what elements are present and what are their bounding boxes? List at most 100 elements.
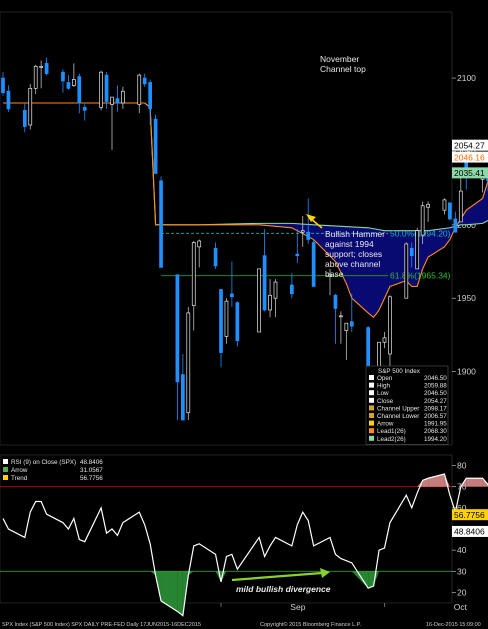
candle-body — [28, 87, 33, 126]
legend-value: 2046.50 — [424, 375, 447, 382]
rsi-tag-label: 48.8406 — [454, 527, 485, 537]
candle — [448, 202, 452, 221]
price-tick-label: 2100 — [457, 73, 476, 83]
candle-body — [159, 180, 163, 268]
candle — [153, 114, 158, 174]
candle-body — [311, 242, 316, 287]
rsi-legend-label: Arrow — [11, 467, 28, 474]
candle-body — [262, 255, 267, 311]
legend-value: 1991.95 — [424, 421, 447, 428]
candle-body — [290, 284, 294, 295]
candle-body — [191, 242, 196, 306]
legend-label: Arrow — [377, 421, 394, 428]
candle-body — [153, 118, 158, 174]
price-legend-title: S&P 500 Index — [378, 368, 421, 375]
candle-body — [235, 302, 240, 342]
rsi-overbought-fill — [466, 478, 483, 487]
footer-center: Copyright© 2015 Bloomberg Finance L.P. — [260, 621, 362, 628]
candle-body — [175, 274, 180, 383]
annotation-hammer: above channel — [325, 259, 380, 269]
rsi-legend-label: RSI (9) on Close (SPX) — [11, 459, 76, 466]
candle — [186, 307, 191, 421]
price-tag-label: 2054.27 — [454, 140, 485, 150]
chart-canvas: 1900195020002050210050.0%(1994.20)61.8%(… — [0, 0, 488, 629]
legend-label: Channel Lower — [377, 413, 419, 420]
legend-label: Close — [377, 398, 394, 405]
candle — [311, 239, 316, 287]
candle-body — [115, 98, 120, 104]
candle-body — [142, 77, 147, 85]
legend-label: High — [377, 383, 390, 390]
legend-label: Channel Upper — [377, 405, 419, 412]
candle-body — [426, 203, 430, 208]
legend-swatch — [369, 390, 374, 396]
price-tag-label: 2046.16 — [454, 152, 485, 162]
candle-body — [458, 190, 463, 223]
candle-body — [224, 300, 229, 337]
candle-body — [300, 230, 305, 233]
candle-body — [420, 205, 425, 236]
candle-body — [82, 107, 87, 111]
price-tag: 2046.16 — [452, 151, 488, 163]
rsi-oversold-fill — [368, 571, 374, 589]
annotation-channel-top: November — [320, 54, 359, 64]
annotation-hammer: Bullish Hammer — [325, 229, 385, 239]
candle-body — [77, 76, 82, 104]
candle-body — [404, 243, 409, 299]
candle-body — [388, 296, 392, 355]
rsi-tick-label: 40 — [457, 545, 467, 555]
legend-value: 2068.30 — [424, 428, 447, 435]
legend-swatch — [369, 382, 374, 388]
legend-swatch — [369, 375, 374, 380]
price-tick-label: 1950 — [457, 293, 476, 303]
legend-label: Low — [377, 390, 389, 397]
candle-body — [61, 71, 65, 82]
candle-body — [44, 63, 49, 74]
price-tag: 2054.27 — [452, 139, 488, 151]
candle-body — [415, 230, 420, 270]
candle-body — [137, 74, 142, 105]
candle-body — [339, 315, 343, 318]
legend-value: 2054.27 — [424, 398, 447, 405]
legend-swatch — [369, 397, 374, 403]
rsi-oversold-fill — [177, 571, 183, 616]
rsi-legend-value: 56.7756 — [80, 475, 103, 482]
candle-body — [268, 294, 272, 311]
candle — [415, 227, 420, 270]
candle-body — [442, 199, 447, 211]
legend-swatch — [369, 413, 374, 418]
annotation-hammer: against 1994 — [325, 239, 374, 249]
candle-body — [219, 289, 223, 353]
candle-body — [409, 247, 414, 257]
rsi-tag-label: 56.7756 — [454, 510, 485, 520]
candle-body — [333, 294, 338, 309]
candle — [99, 70, 103, 111]
candle-body — [382, 337, 387, 343]
fib-label-50: 50.0%(1994.20) — [390, 228, 451, 238]
candle-body — [39, 65, 44, 68]
legend-label: Open — [377, 375, 393, 382]
candle-body — [22, 109, 27, 127]
legend-swatch — [369, 428, 374, 434]
price-tag-label: 2035.41 — [454, 168, 485, 178]
legend-label: Lead2(26) — [377, 436, 406, 443]
candle-body — [71, 79, 76, 86]
price-legend: S&P 500 IndexOpen 2046.50 High 2059.88 Low 20… — [365, 365, 449, 445]
fib-label-618: 61.8%(1965.34) — [390, 271, 451, 281]
candle-body — [148, 82, 152, 110]
candle-body — [306, 231, 311, 240]
legend-value: 2046.50 — [424, 390, 447, 397]
footer-right: 16-Dec-2015 15:09:00 — [426, 622, 481, 628]
candle-body — [6, 90, 11, 110]
candle-body — [349, 321, 354, 327]
price-tick-label: 1900 — [457, 367, 476, 377]
x-tick-label: Sep — [290, 602, 305, 612]
legend-value: 2006.57 — [424, 413, 447, 420]
rsi-tick-label: 30 — [457, 566, 467, 576]
candle-body — [1, 77, 5, 94]
candle-body — [230, 293, 234, 298]
candle-body — [295, 253, 300, 257]
candle-body — [257, 268, 261, 333]
annotation-hammer: support; closes — [325, 249, 382, 259]
rsi-legend-value: 31.0567 — [80, 467, 103, 474]
